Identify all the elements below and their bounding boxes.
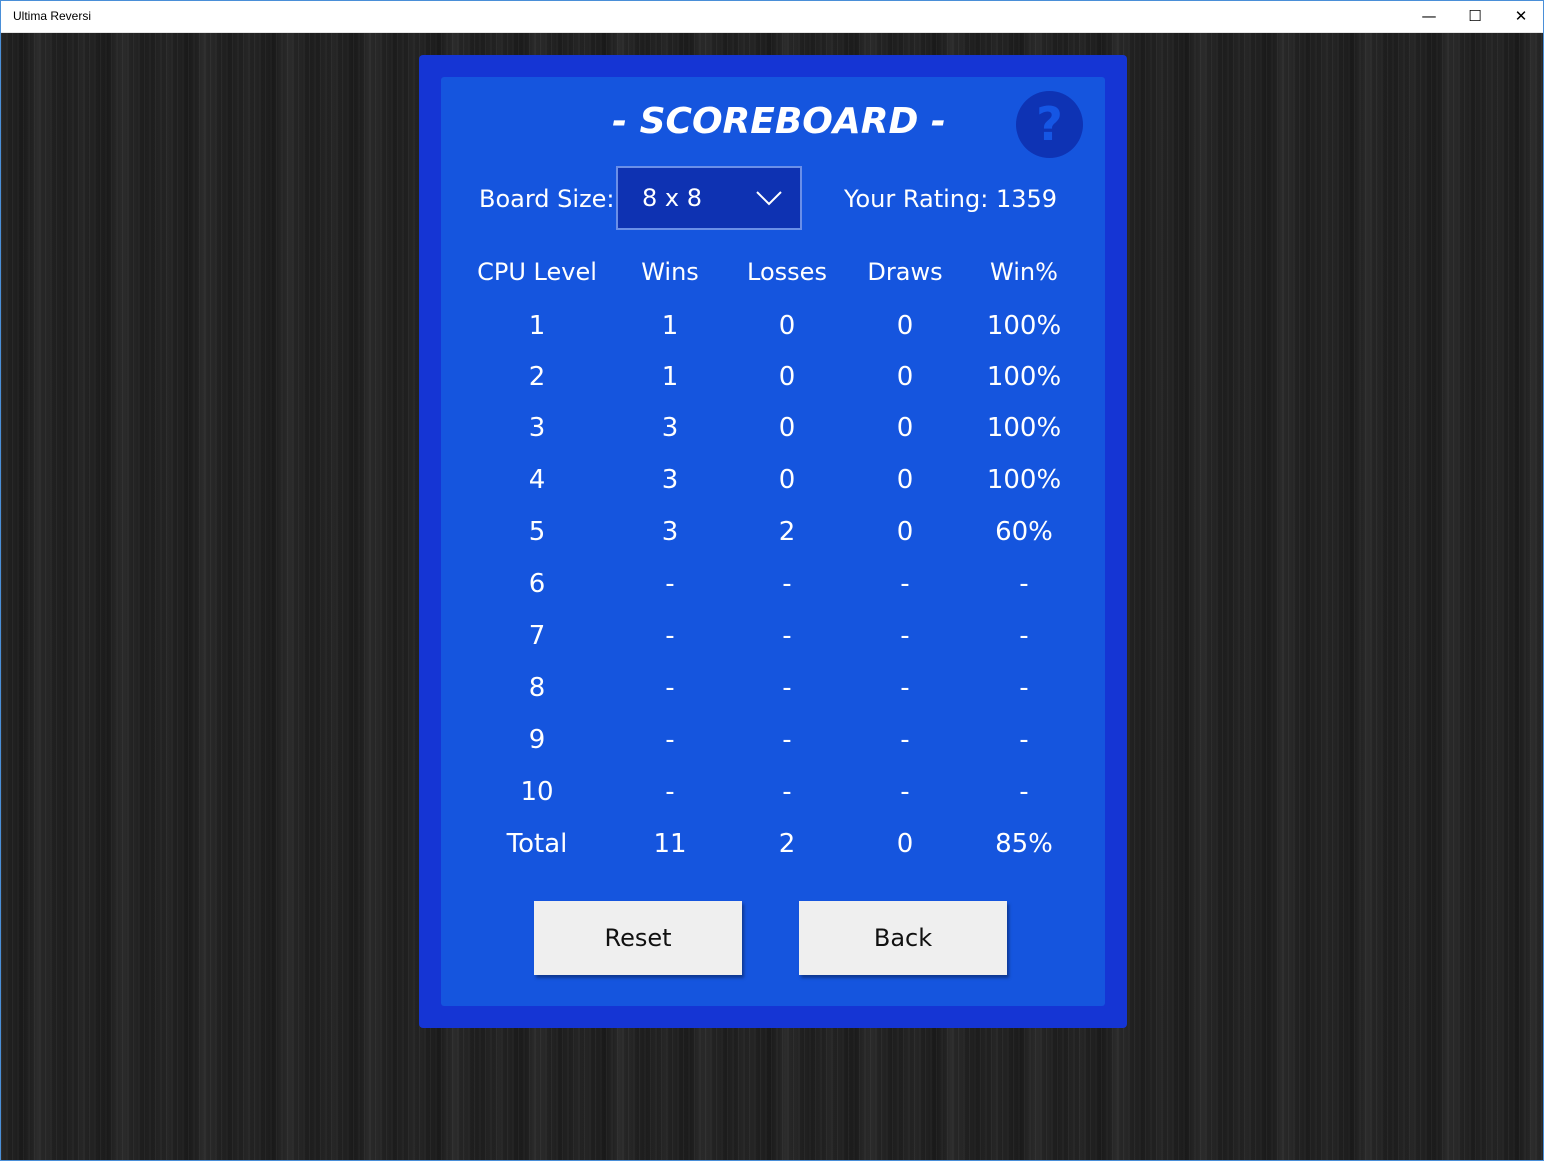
reset-button[interactable]: Reset (534, 901, 742, 975)
table-cell-win-pct: 100% (986, 311, 1062, 341)
table-cell-win-pct: 100% (986, 362, 1062, 392)
table-cell-cpu-level: 5 (528, 517, 546, 547)
table-cell-win-pct: - (1019, 673, 1029, 703)
minimize-button[interactable]: — (1406, 1, 1452, 32)
board-size-label: Board Size: (479, 185, 615, 213)
chevron-down-icon (756, 191, 782, 206)
table-cell-win-pct: - (1019, 725, 1029, 755)
help-button[interactable]: ? (1016, 91, 1083, 158)
total-row-cpu-level: Total (506, 829, 568, 859)
table-cell-cpu-level: 4 (528, 465, 546, 495)
rating-label: Your Rating: 1359 (844, 185, 1058, 213)
total-row-win-pct: 85% (995, 829, 1053, 859)
table-cell-cpu-level: 3 (528, 413, 546, 443)
table-cell-win-pct: 100% (986, 413, 1062, 443)
app-window: Ultima Reversi — ☐ ✕ - SCOREBOARD - ? Bo… (0, 0, 1544, 1161)
board-size-value: 8 x 8 (642, 184, 702, 212)
table-cell-cpu-level: 2 (528, 362, 546, 392)
maximize-button[interactable]: ☐ (1452, 1, 1498, 32)
table-cell-win-pct: - (1019, 569, 1029, 599)
back-button[interactable]: Back (799, 901, 1007, 975)
table-cell-cpu-level: 8 (528, 673, 546, 703)
table-cell-cpu-level: 9 (528, 725, 546, 755)
table-cell-cpu-level: 6 (528, 569, 546, 599)
table-cell-win-pct: - (1019, 777, 1029, 807)
table-cell-win-pct: 60% (995, 517, 1053, 547)
table-cell-win-pct: - (1019, 621, 1029, 651)
column-header-cpu-level: CPU Level (477, 258, 597, 286)
board-size-dropdown[interactable]: 8 x 8 (616, 166, 802, 230)
table-cell-cpu-level: 1 (528, 311, 546, 341)
table-cell-cpu-level: 7 (528, 621, 546, 651)
window-title: Ultima Reversi (13, 9, 92, 23)
table-cell-cpu-level: 10 (520, 777, 554, 807)
close-button[interactable]: ✕ (1498, 1, 1544, 32)
table-cell-win-pct: 100% (986, 465, 1062, 495)
title-bar: Ultima Reversi — ☐ ✕ (1, 1, 1543, 33)
column-header-win-pct: Win% (990, 258, 1058, 286)
